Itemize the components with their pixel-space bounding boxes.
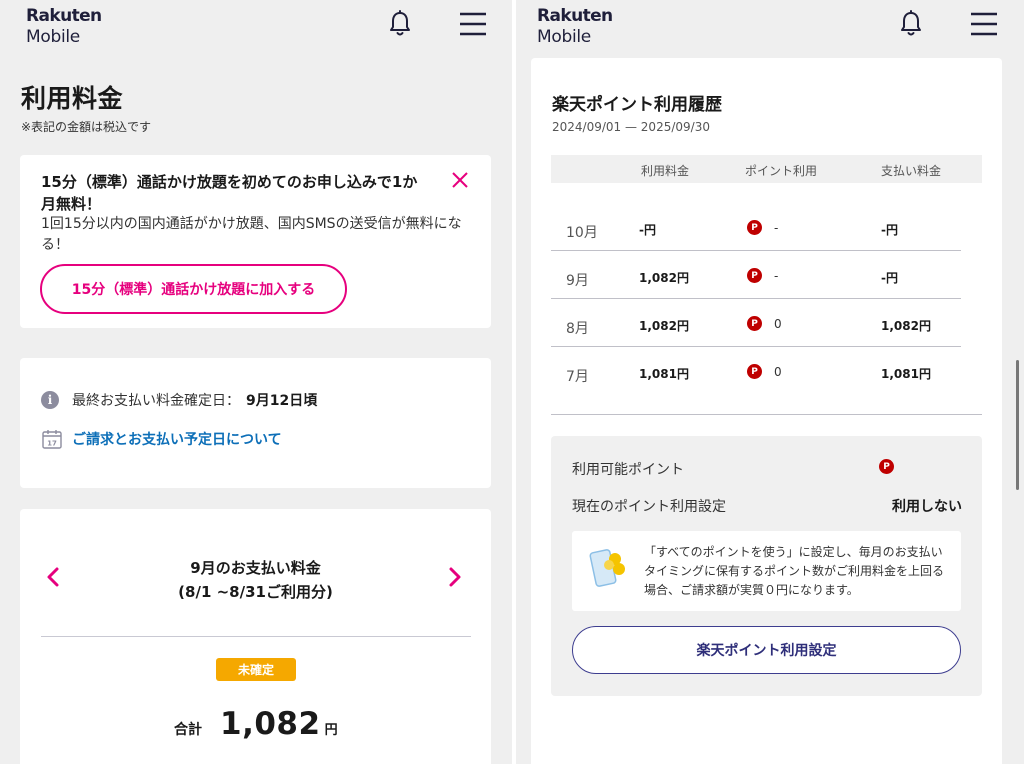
right-panel: Rakuten Mobile 楽天ポイント利用履歴 2024/09/01 — 2… bbox=[516, 0, 1024, 764]
billing-schedule-link-label: ご請求とお支払い予定日について bbox=[72, 432, 282, 448]
page-title: 利用料金 bbox=[21, 84, 124, 113]
row-payment: -円 bbox=[881, 271, 898, 285]
total-value: 1,082 bbox=[220, 706, 321, 742]
point-setting-label: 現在のポイント利用設定 bbox=[572, 499, 726, 515]
calendar-day: 17 bbox=[47, 440, 57, 448]
promo-title: 15分（標準）通話かけ放題を初めてのお申し込みで1か月無料！ bbox=[41, 173, 418, 213]
point-history-card: 楽天ポイント利用履歴 2024/09/01 — 2025/09/30 利用料金 … bbox=[531, 58, 1002, 764]
row-fee: 1,081円 bbox=[639, 367, 689, 381]
row-points-value: - bbox=[774, 268, 779, 283]
rakuten-mobile-logo[interactable]: Rakuten Mobile bbox=[26, 6, 102, 48]
phone-coins-icon bbox=[589, 549, 625, 587]
row-fee: -円 bbox=[639, 223, 656, 237]
header-payment: 支払い料金 bbox=[881, 164, 942, 178]
table-header: 利用料金 ポイント利用 支払い料金 bbox=[551, 155, 982, 183]
billing-schedule-link[interactable]: 17 ご請求とお支払い予定日について bbox=[41, 428, 282, 450]
row-payment: -円 bbox=[881, 223, 898, 237]
row-month: 9月 bbox=[566, 273, 589, 289]
point-setting-value: 利用しない bbox=[892, 499, 962, 515]
row-points: P0 bbox=[747, 364, 782, 379]
total-label: 合計 bbox=[174, 722, 202, 738]
rakuten-point-icon: P bbox=[747, 316, 762, 331]
row-month: 10月 bbox=[566, 225, 598, 241]
rakuten-mobile-logo[interactable]: Rakuten Mobile bbox=[537, 6, 613, 48]
status-badge: 未確定 bbox=[216, 658, 296, 681]
rakuten-point-icon: P bbox=[747, 220, 762, 235]
row-points-value: - bbox=[774, 220, 779, 235]
table-row: 10月 -円 P- -円 bbox=[551, 203, 961, 251]
table-row: 7月 1,081円 P0 1,081円 bbox=[551, 347, 961, 395]
bill-period: (8/1 ~8/31ご利用分) bbox=[178, 583, 333, 601]
logo-line2: Mobile bbox=[537, 27, 591, 47]
divider bbox=[41, 636, 471, 637]
bill-card: 9月のお支払い料金 (8/1 ~8/31ご利用分) 未確定 合計 1,082 円 bbox=[20, 509, 491, 764]
rakuten-point-icon: P bbox=[747, 268, 762, 283]
logo-line1: Rakuten bbox=[26, 6, 102, 26]
left-panel: Rakuten Mobile 利用料金 ※表記の金額は税込です 15分（標準）通… bbox=[0, 0, 512, 764]
table-row: 8月 1,082円 P0 1,082円 bbox=[551, 299, 961, 347]
menu-icon[interactable] bbox=[459, 11, 487, 37]
header: Rakuten Mobile bbox=[0, 0, 512, 60]
row-payment: 1,082円 bbox=[881, 319, 931, 333]
date-range: 2024/09/01 — 2025/09/30 bbox=[552, 120, 710, 134]
bell-icon[interactable] bbox=[899, 10, 923, 38]
row-payment: 1,081円 bbox=[881, 367, 931, 381]
rakuten-point-icon: P bbox=[747, 364, 762, 379]
header-fee: 利用料金 bbox=[641, 164, 690, 178]
row-month: 8月 bbox=[566, 321, 589, 337]
row-points-value: 0 bbox=[774, 316, 782, 331]
rakuten-point-icon: P bbox=[879, 459, 894, 474]
points-settings-box: 利用可能ポイント P 現在のポイント利用設定 利用しない 「すべてのポイントを使… bbox=[551, 436, 982, 696]
logo-line2: Mobile bbox=[26, 27, 80, 47]
confirm-date-row: i 最終お支払い料金確定日： 9月12日頃 bbox=[41, 390, 317, 410]
row-fee: 1,082円 bbox=[639, 319, 689, 333]
close-icon[interactable] bbox=[450, 170, 470, 190]
tax-note: ※表記の金額は税込です bbox=[21, 120, 152, 134]
calendar-icon: 17 bbox=[42, 430, 62, 449]
point-note-text: 「すべてのポイントを使う」に設定し、毎月のお支払いタイミングに保有するポイント数… bbox=[644, 545, 945, 597]
header-points: ポイント利用 bbox=[745, 164, 818, 178]
row-points: P- bbox=[747, 220, 778, 235]
menu-icon[interactable] bbox=[970, 11, 998, 37]
total-unit: 円 bbox=[324, 723, 338, 738]
row-points: P- bbox=[747, 268, 778, 283]
row-month: 7月 bbox=[566, 369, 589, 385]
chevron-right-icon[interactable] bbox=[444, 566, 466, 588]
logo-line1: Rakuten bbox=[537, 6, 613, 26]
total-row: 合計 1,082 円 bbox=[174, 706, 338, 742]
bill-title-block: 9月のお支払い料金 (8/1 ~8/31ご利用分) bbox=[20, 556, 491, 604]
available-points-label: 利用可能ポイント bbox=[572, 462, 684, 478]
info-icon: i bbox=[41, 391, 59, 409]
confirm-date-label: 最終お支払い料金確定日： bbox=[72, 393, 240, 409]
row-points-value: 0 bbox=[774, 364, 782, 379]
join-call-plan-button[interactable]: 15分（標準）通話かけ放題に加入する bbox=[40, 264, 347, 314]
scrollbar[interactable] bbox=[1016, 360, 1019, 490]
promo-description: 1回15分以内の国内通話がかけ放題、国内SMSの送受信が無料になる！ bbox=[41, 216, 462, 253]
point-note-box: 「すべてのポイントを使う」に設定し、毎月のお支払いタイミングに保有するポイント数… bbox=[572, 531, 961, 611]
confirm-date-value: 9月12日頃 bbox=[246, 393, 318, 409]
bell-icon[interactable] bbox=[388, 10, 412, 38]
row-fee: 1,082円 bbox=[639, 271, 689, 285]
bill-title: 9月のお支払い料金 bbox=[190, 559, 321, 577]
info-card: i 最終お支払い料金確定日： 9月12日頃 17 ご請求とお支払い予定日について bbox=[20, 358, 491, 488]
header: Rakuten Mobile bbox=[516, 0, 1024, 60]
divider bbox=[551, 414, 982, 415]
table-row: 9月 1,082円 P- -円 bbox=[551, 251, 961, 299]
point-history-title: 楽天ポイント利用履歴 bbox=[552, 95, 722, 115]
promo-card: 15分（標準）通話かけ放題を初めてのお申し込みで1か月無料！ 1回15分以内の国… bbox=[20, 155, 491, 328]
point-settings-button[interactable]: 楽天ポイント利用設定 bbox=[572, 626, 961, 674]
row-points: P0 bbox=[747, 316, 782, 331]
